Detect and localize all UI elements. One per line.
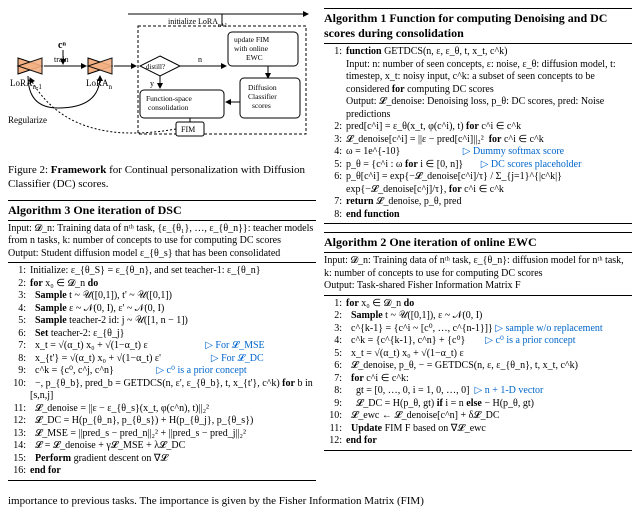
algo-line: 3: c^{k-1} = {c^i ~ [c⁰, …, c^{n-1}]} ▷ … — [324, 323, 632, 336]
algo-line: 11: Update FIM F based on ∇𝓛_ewc — [324, 423, 632, 436]
algo-line: 2: Sample t ~ 𝒰([0,1]), ε ~ 𝒩(0, I) — [324, 310, 632, 323]
algo1-title: Algorithm 1 Function for computing Denoi… — [324, 9, 632, 44]
algo-line: 16:end for — [8, 465, 316, 478]
figure-title-bold: Framework — [51, 164, 107, 176]
algo-line: 4: c^k = {c^{k-1}, c^n} + {c⁰} ▷ c⁰ is a… — [324, 335, 632, 348]
algo-line: 2:pred[c^i] = ε_θ(x_t, φ(c^i), t) for c^… — [324, 121, 632, 134]
algo-line: 12:end for — [324, 435, 632, 448]
algo-line: 6: Set teacher-2: ε_{θ_j} — [8, 328, 316, 341]
algo3-output: Output: Student diffusion model ε_{θ_s} … — [8, 248, 280, 259]
algo-line: 8: x_{t'} = √(α_t) x₀ + √(1−α_t) ε' ▷ Fo… — [8, 353, 316, 366]
algo-line: 2:for x₀ ∈ 𝓓_n do — [8, 278, 316, 291]
algo-line: 1:function GETDCS(n, ε, ε_θ, t, x_t, c^k… — [324, 46, 632, 59]
algo-line: 3:𝓛_denoise[c^i] = ||ε − pred[c^i]||₂² f… — [324, 134, 632, 147]
algo-line: 7: for c^i ∈ c^k: — [324, 373, 632, 386]
algo3-body: 1:Initialize: ε_{θ_S} = ε_{θ_n}, and set… — [8, 263, 316, 480]
algo-line: 12: 𝓛_DC = H(p_{θ_n}, p_{θ_s}) + H(p_{θ_… — [8, 415, 316, 428]
algo2-io: Input: 𝓓_n: Training data of nᵗʰ task, ε… — [324, 253, 632, 296]
algo-line: 1:for x₀ ∈ 𝓓_n do — [324, 298, 632, 311]
algo-line: 3: Sample t ~ 𝒰([0,1]), t' ~ 𝒰([0,1]) — [8, 290, 316, 303]
init-label: initialize LoRAn+1 — [168, 17, 227, 29]
algo-line: 10: −, p_{θ_b}, pred_b = GETDCS(n, ε', ε… — [8, 378, 316, 403]
algo2-title: Algorithm 2 One iteration of online EWC — [324, 233, 632, 253]
algo-line: 5: x_t = √(α_t) x₀ + √(1−α_t) ε — [324, 348, 632, 361]
algo3-input: Input: 𝓓_n: Training data of nᵗʰ task, {… — [8, 223, 313, 247]
algo-line: 9: 𝓛_DC = H(p_θ, gt) if i = n else − H(p… — [324, 398, 632, 411]
yes-label: y — [150, 79, 154, 88]
figure-label: Figure 2: — [8, 164, 48, 176]
cn-label: cⁿ — [58, 40, 66, 51]
algo-line: Input: n: number of seen concepts, ε: no… — [324, 59, 632, 97]
algo3-io: Input: 𝓓_n: Training data of nᵗʰ task, {… — [8, 221, 316, 264]
train-label: train — [54, 55, 69, 64]
algo2-input: Input: 𝓓_n: Training data of nᵗʰ task, ε… — [324, 255, 624, 279]
algo-line: 9: c^k = {c⁰, c^j, c^n} ▷ c⁰ is a prior … — [8, 365, 316, 378]
fim-label: FIM — [181, 125, 195, 134]
algorithm-2: Algorithm 2 One iteration of online EWC … — [324, 232, 632, 451]
algo-line: Output: 𝓛_denoise: Denoising loss, p_θ: … — [324, 96, 632, 121]
framework-svg: LoRAn-1 train cⁿ LoRAn Regularize — [8, 8, 313, 158]
algo-line: 7: x_t = √(α_t) x₀ + √(1−α_t) ε ▷ For 𝓛_… — [8, 340, 316, 353]
algo-line: 8:end function — [324, 209, 632, 222]
algo2-body: 1:for x₀ ∈ 𝓓_n do2: Sample t ~ 𝒰([0,1]),… — [324, 296, 632, 450]
algorithm-1: Algorithm 1 Function for computing Denoi… — [324, 8, 632, 224]
algo-line: 5:p_θ = {c^i : ω for i ∈ [0, n]} ▷ DC sc… — [324, 159, 632, 172]
algorithm-3: Algorithm 3 One iteration of DSC Input: … — [8, 200, 316, 481]
algo-line: 6: 𝓛_denoise, p_θ, − = GETDCS(n, ε, ε_{θ… — [324, 360, 632, 373]
algo-line: 4: Sample ε ~ 𝒩(0, I), ε' ~ 𝒩(0, I) — [8, 303, 316, 316]
algo-line: 8: gt = [0, …, 0, i = 1, 0, …, 0] ▷ n + … — [324, 385, 632, 398]
algo2-output: Output: Task-shared Fisher Information M… — [324, 280, 521, 291]
algo-line: 10: 𝓛_ewc ← 𝓛_denoise[c^n] + δ𝓛_DC — [324, 410, 632, 423]
algo3-title: Algorithm 3 One iteration of DSC — [8, 201, 316, 221]
left-column: LoRAn-1 train cⁿ LoRAn Regularize — [8, 8, 316, 489]
algo-line: 15: Perform gradient descent on ∇𝓛 — [8, 453, 316, 466]
algo-line: 14: 𝓛 = 𝓛_denoise + γ𝓛_MSE + λ𝓛_DC — [8, 440, 316, 453]
cutoff-text: importance to previous tasks. The import… — [8, 495, 632, 509]
algo-line: 7:return 𝓛_denoise, p_θ, pred — [324, 196, 632, 209]
algo1-body: 1:function GETDCS(n, ε, ε_θ, t, x_t, c^k… — [324, 44, 632, 223]
figure-2-diagram: LoRAn-1 train cⁿ LoRAn Regularize — [8, 8, 316, 158]
right-column: Algorithm 1 Function for computing Denoi… — [324, 8, 632, 489]
algo-line: 1:Initialize: ε_{θ_S} = ε_{θ_n}, and set… — [8, 265, 316, 278]
fsc-label: Function-space consolidation — [146, 94, 194, 112]
page-two-column: LoRAn-1 train cⁿ LoRAn Regularize — [8, 8, 632, 489]
algo-line: 4:ω = 1e^{-10} ▷ Dummy softmax score — [324, 146, 632, 159]
lora-prev-label: LoRAn-1 — [10, 78, 42, 91]
algo-line: 6:p_θ[c^i] = exp{−𝓛_denoise[c^i]/τ} / Σ_… — [324, 171, 632, 196]
algo-line: 11: 𝓛_denoise = ||ε − ε_{θ_s}(x_t, φ(c^n… — [8, 403, 316, 416]
regularize-label: Regularize — [8, 115, 47, 125]
figure-2-caption: Figure 2: Framework for Continual person… — [8, 164, 316, 192]
algo-line: 5: Sample teacher-2 id: j ~ 𝒰([1, n − 1]… — [8, 315, 316, 328]
no-label: n — [198, 55, 202, 64]
distill-label: distill? — [146, 63, 165, 71]
algo-line: 13: 𝓛_MSE = ||pred_s − pred_n||₂² + ||pr… — [8, 428, 316, 441]
